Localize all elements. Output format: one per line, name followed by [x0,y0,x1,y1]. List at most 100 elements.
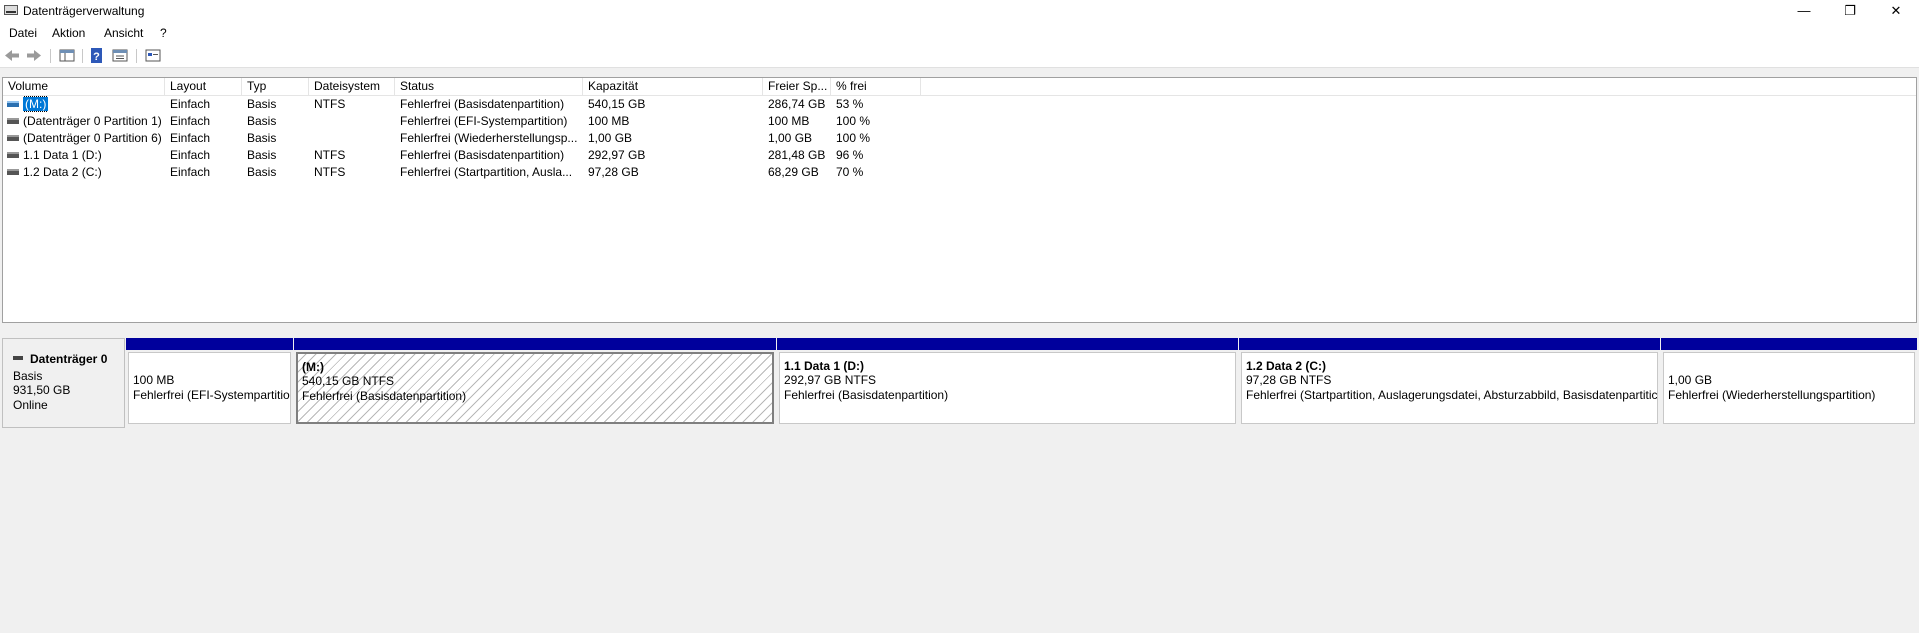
typ-cell: Basis [247,131,277,145]
partition-size: 97,28 GB NTFS [1246,373,1332,387]
column-header-freier-speicher[interactable]: Freier Sp... [763,78,831,95]
disk-management-app-icon [4,5,18,15]
percent-free-cell: 70 % [836,165,864,179]
partition-size: 540,15 GB NTFS [302,374,395,388]
partition-efi[interactable]: 100 MB Fehlerfrei (EFI-Systempartitio [126,338,293,426]
column-header-dateisystem[interactable]: Dateisystem [309,78,395,95]
volume-list: Volume Layout Typ Dateisystem Status Kap… [2,77,1917,323]
table-row[interactable]: (M:) Einfach Basis NTFS Fehlerfrei (Basi… [3,96,1916,113]
volume-name: (M:) [23,96,49,112]
toolbar-separator [50,49,51,63]
partition-d[interactable]: 1.1 Data 1 (D:) 292,97 GB NTFS Fehlerfre… [777,338,1238,426]
layout-cell: Einfach [170,114,211,128]
partition-status: Fehlerfrei (EFI-Systempartitio [133,388,290,402]
title-bar: Datenträgerverwaltung — ❐ ✕ [0,0,1919,22]
minimize-button[interactable]: — [1781,0,1827,22]
back-icon[interactable] [4,48,20,63]
column-header-typ[interactable]: Typ [242,78,309,95]
column-header-layout[interactable]: Layout [165,78,242,95]
partition-size: 100 MB [133,373,175,387]
partition-label: 1.2 Data 2 (C:) [1246,359,1327,373]
partition-label: 1.1 Data 1 (D:) [784,359,865,373]
capacity-cell: 540,15 GB [588,97,646,111]
partition-body[interactable]: 1.2 Data 2 (C:) 97,28 GB NTFS Fehlerfrei… [1241,352,1658,424]
partition-body[interactable]: (M:) 540,15 GB NTFS Fehlerfrei (Basisdat… [296,352,774,424]
column-header-status[interactable]: Status [395,78,583,95]
menu-ansicht[interactable]: Ansicht [104,26,143,40]
help-icon[interactable]: ? [89,48,105,63]
disk-view-icon[interactable] [145,48,161,63]
free-space-cell: 281,48 GB [768,148,826,162]
volume-icon [7,118,19,124]
volume-name: 1.1 Data 1 (D:) [23,148,102,162]
volume-icon [7,152,19,158]
capacity-cell: 1,00 GB [588,131,633,145]
filesystem-cell: NTFS [314,165,346,179]
menu-aktion[interactable]: Aktion [52,26,85,40]
forward-icon[interactable] [26,48,42,63]
table-row[interactable]: 1.2 Data 2 (C:) Einfach Basis NTFS Fehle… [3,164,1916,181]
capacity-cell: 292,97 GB [588,148,646,162]
disk-name: Datenträger 0 [30,352,108,366]
column-header-prozent-frei[interactable]: % frei [831,78,921,95]
column-header-volume[interactable]: Volume [3,78,165,95]
disk-state: Online [13,398,48,412]
status-cell: Fehlerfrei (Basisdatenpartition) [400,97,565,111]
free-space-cell: 1,00 GB [768,131,813,145]
partition-status: Fehlerfrei (Wiederherstellungspartition) [1668,388,1876,402]
percent-free-cell: 96 % [836,148,864,162]
partition-bar [1661,338,1917,350]
partition-label: (M:) [302,360,324,374]
volume-name: (Datenträger 0 Partition 6) [23,131,162,145]
menu-bar: Datei Aktion Ansicht ? [0,22,1919,44]
menu-datei[interactable]: Datei [9,26,37,40]
toolbar-separator [82,49,83,63]
close-button[interactable]: ✕ [1873,0,1919,22]
layout-cell: Einfach [170,97,211,111]
column-header-kapazitaet[interactable]: Kapazität [583,78,763,95]
status-cell: Fehlerfrei (Wiederherstellungsp... [400,131,578,145]
volume-icon [7,135,19,141]
partition-c[interactable]: 1.2 Data 2 (C:) 97,28 GB NTFS Fehlerfrei… [1239,338,1660,426]
filesystem-cell: NTFS [314,97,346,111]
typ-cell: Basis [247,114,277,128]
partition-body[interactable]: 100 MB Fehlerfrei (EFI-Systempartitio [128,352,291,424]
partition-status: Fehlerfrei (Startpartition, Auslagerungs… [1246,388,1658,402]
toolbar: ? [0,44,1919,68]
partition-body[interactable]: 1,00 GB Fehlerfrei (Wiederherstellungspa… [1663,352,1915,424]
disk-label[interactable]: Datenträger 0 Basis 931,50 GB Online [2,338,125,428]
partition-size: 292,97 GB NTFS [784,373,877,387]
menu-help[interactable]: ? [160,26,167,40]
partition-m[interactable]: (M:) 540,15 GB NTFS Fehlerfrei (Basisdat… [294,338,776,426]
svg-text:?: ? [93,51,100,63]
maximize-button[interactable]: ❐ [1827,0,1873,22]
list-view-icon[interactable] [59,48,75,63]
layout-cell: Einfach [170,148,211,162]
free-space-cell: 100 MB [768,114,810,128]
toolbar-separator [136,49,137,63]
partition-recovery[interactable]: 1,00 GB Fehlerfrei (Wiederherstellungspa… [1661,338,1917,426]
disk-icon [13,356,23,360]
partition-bar [126,338,293,350]
disk-type: Basis [13,369,43,383]
table-row[interactable]: (Datenträger 0 Partition 6) Einfach Basi… [3,130,1916,147]
partition-size: 1,00 GB [1668,373,1713,387]
status-cell: Fehlerfrei (Startpartition, Ausla... [400,165,573,179]
capacity-cell: 100 MB [588,114,630,128]
status-cell: Fehlerfrei (EFI-Systempartition) [400,114,568,128]
volume-name: (Datenträger 0 Partition 1) [23,114,162,128]
typ-cell: Basis [247,148,277,162]
free-space-cell: 68,29 GB [768,165,819,179]
properties-icon[interactable] [112,48,128,63]
table-row[interactable]: (Datenträger 0 Partition 1) Einfach Basi… [3,113,1916,130]
table-row[interactable]: 1.1 Data 1 (D:) Einfach Basis NTFS Fehle… [3,147,1916,164]
volume-icon [7,101,19,107]
volume-name: 1.2 Data 2 (C:) [23,165,102,179]
typ-cell: Basis [247,165,277,179]
partition-bar [294,338,776,350]
partition-status: Fehlerfrei (Basisdatenpartition) [784,388,949,402]
percent-free-cell: 100 % [836,131,871,145]
partition-body[interactable]: 1.1 Data 1 (D:) 292,97 GB NTFS Fehlerfre… [779,352,1236,424]
disk-size: 931,50 GB [13,383,71,397]
partition-bar [777,338,1238,350]
